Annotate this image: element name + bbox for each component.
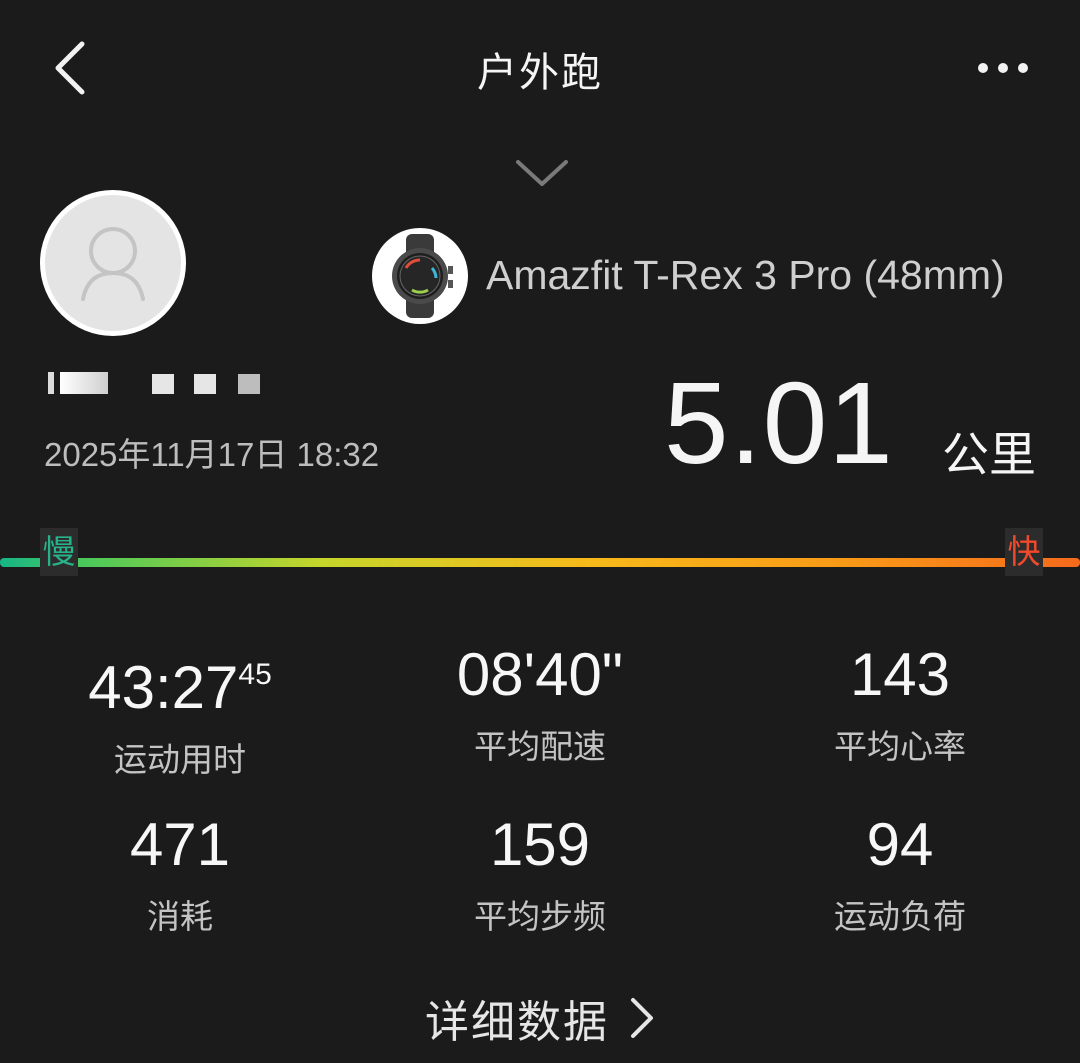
cadence-label: 平均步频 [474,897,606,936]
duration-value: 43:2745 [0,640,360,723]
more-dots-icon [978,63,1028,73]
calories-value: 471 [129,811,231,878]
pace-value: 08'40" [456,641,624,708]
back-button[interactable] [44,38,100,98]
name-block [238,374,260,394]
username-obscured [44,368,264,398]
load-value: 94 [866,811,934,878]
pace-gradient-bar [0,558,1080,567]
avatar[interactable] [40,190,186,336]
collapse-button[interactable] [510,152,574,196]
watch-icon [392,234,453,318]
stat-cadence: 159 平均步频 [360,810,720,938]
pace-label: 平均配速 [474,727,606,766]
device-thumbnail[interactable] [372,228,468,324]
duration-main: 43:27 [88,654,239,721]
workout-date: 2025年11月17日 18:32 [44,436,380,473]
page-title: 户外跑 [477,50,603,96]
calories-label: 消耗 [147,897,213,936]
back-arrow-icon [55,41,85,95]
distance-value: 5.01 [664,358,894,488]
stat-pace: 08'40" 平均配速 [360,640,720,768]
distance-unit: 公里 [942,428,1036,483]
device-name[interactable]: Amazfit T-Rex 3 Pro (48mm) [486,252,1056,299]
stat-load: 94 运动负荷 [720,810,1080,938]
details-label: 详细数据 [425,997,609,1048]
duration-fraction: 45 [238,658,272,691]
name-block [152,374,174,394]
heart-rate-value: 143 [849,641,951,708]
pace-fast-label: 快 [1005,528,1043,576]
name-block [60,372,108,394]
avatar-inner [45,195,181,331]
stat-heart-rate: 143 平均心率 [720,640,1080,768]
stat-calories: 471 消耗 [0,810,360,938]
pace-slow-label: 慢 [40,528,78,576]
user-silhouette-icon [81,227,145,301]
load-label: 运动负荷 [834,897,966,936]
more-options-button[interactable] [968,48,1038,88]
duration-label: 运动用时 [114,740,246,779]
name-block [194,374,216,394]
heart-rate-label: 平均心率 [834,727,966,766]
chevron-right-icon [631,998,653,1038]
cadence-value: 159 [489,811,591,878]
stat-duration: 43:2745 运动用时 [0,640,360,781]
chevron-down-icon [516,160,568,186]
name-block [48,372,54,394]
details-link[interactable]: 详细数据 [390,988,690,1048]
